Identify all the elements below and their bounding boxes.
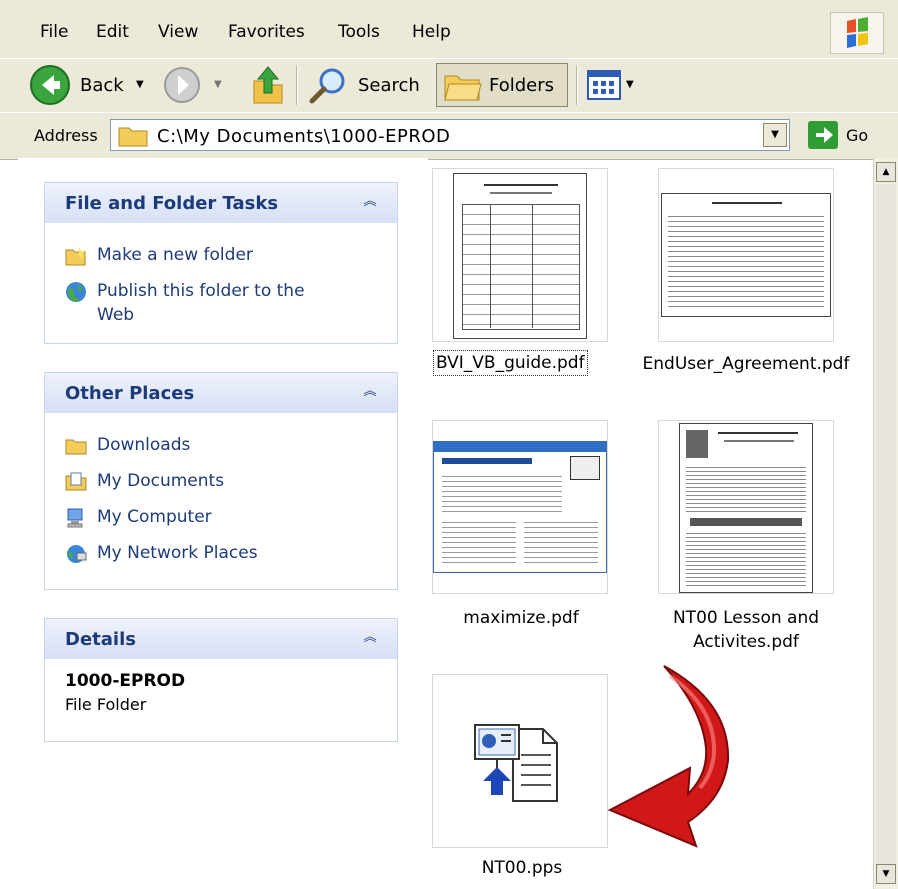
menu-view[interactable]: View [158, 22, 198, 42]
toolbar-separator [296, 65, 298, 105]
file-folder-tasks-panel: File and Folder Tasks ︽ Make a new folde… [44, 182, 398, 344]
panel-title: Details [65, 629, 136, 650]
task-label: Make a new folder [97, 245, 253, 265]
folders-button[interactable]: Folders [436, 63, 568, 107]
toolbar-separator [576, 65, 578, 105]
file-name-label[interactable]: BVI_VB_guide.pdf [433, 350, 588, 376]
file-thumbnail[interactable] [658, 420, 834, 594]
pdf-preview [679, 423, 813, 593]
menu-favorites[interactable]: Favorites [228, 22, 305, 42]
file-name-label[interactable]: NT00 Lesson and Activites.pdf [646, 606, 846, 654]
collapse-chevron-icon[interactable]: ︽ [359, 627, 381, 649]
forward-arrow-icon [164, 67, 200, 103]
red-arrow-annotation [607, 665, 730, 848]
menu-bar: File Edit View Favorites Tools Help [0, 0, 898, 66]
views-icon [587, 70, 621, 100]
pdf-preview [453, 173, 587, 339]
panel-header[interactable]: Other Places ︽ [45, 373, 397, 413]
folder-icon [118, 127, 148, 147]
place-label: My Network Places [97, 543, 258, 563]
file-thumbnail[interactable] [432, 168, 608, 342]
pdf-preview [433, 441, 607, 573]
file-thumbnail[interactable] [432, 420, 608, 594]
panel-header[interactable]: Details ︽ [45, 619, 397, 659]
menu-tools[interactable]: Tools [338, 22, 380, 42]
place-label: My Computer [97, 507, 212, 527]
collapse-chevron-icon[interactable]: ︽ [359, 381, 381, 403]
menu-file[interactable]: File [40, 22, 68, 42]
powerpoint-show-icon [474, 724, 558, 802]
file-name-label[interactable]: NT00.pps [462, 856, 582, 880]
views-button[interactable]: ▼ [586, 67, 646, 105]
documents-icon [65, 472, 87, 491]
details-folder-type: File Folder [65, 695, 147, 714]
vertical-scrollbar[interactable]: ▲ ▼ [873, 158, 898, 889]
file-name-label[interactable]: EndUser_Agreement.pdf [634, 352, 858, 376]
folders-label: Folders [489, 75, 555, 96]
folders-icon [444, 75, 482, 101]
details-folder-name: 1000-EPROD [65, 671, 186, 691]
computer-icon [67, 508, 83, 528]
go-button[interactable] [808, 121, 838, 149]
scroll-up-arrow-icon[interactable]: ▲ [876, 162, 896, 182]
other-places-panel: Other Places ︽ Downloads My Documents My… [44, 372, 398, 590]
panel-title: File and Folder Tasks [65, 193, 279, 214]
go-arrow-icon [816, 127, 833, 143]
task-pane: File and Folder Tasks ︽ Make a new folde… [18, 158, 428, 889]
panel-header[interactable]: File and Folder Tasks ︽ [45, 183, 397, 223]
network-icon [67, 545, 87, 563]
standard-toolbar: Back ▼ ▼ Search Folders ▼ [0, 58, 898, 113]
task-label: Publish this folder to the Web [97, 281, 305, 325]
file-name-label[interactable]: maximize.pdf [456, 606, 586, 630]
views-dropdown-icon: ▼ [626, 79, 634, 90]
details-panel: Details ︽ 1000-EPROD File Folder [44, 618, 398, 742]
back-label: Back [80, 75, 124, 96]
back-arrow-icon [30, 65, 70, 105]
place-label: My Documents [97, 471, 225, 491]
folder-new-icon [65, 247, 86, 266]
menu-edit[interactable]: Edit [96, 22, 129, 42]
panel-title: Other Places [65, 383, 195, 404]
scroll-track[interactable] [876, 184, 896, 864]
address-value: C:\My Documents\1000-EPROD [157, 126, 451, 147]
windows-logo-icon [830, 12, 884, 54]
address-label: Address [34, 126, 98, 145]
up-folder-icon[interactable] [248, 63, 288, 107]
address-input[interactable]: C:\My Documents\1000-EPROD ▼ [110, 119, 790, 151]
back-button[interactable]: Back ▼ [28, 63, 158, 107]
menu-help[interactable]: Help [412, 22, 451, 42]
place-label: Downloads [97, 435, 191, 455]
scroll-down-arrow-icon[interactable]: ▼ [876, 864, 896, 884]
forward-button[interactable]: ▼ [162, 65, 232, 105]
search-label: Search [358, 75, 420, 96]
collapse-chevron-icon[interactable]: ︽ [359, 191, 381, 213]
address-bar: Address C:\My Documents\1000-EPROD ▼ Go [0, 112, 898, 160]
file-thumbnail[interactable] [658, 168, 834, 342]
file-thumbnail[interactable] [432, 674, 608, 848]
forward-dropdown-icon[interactable]: ▼ [214, 79, 222, 90]
search-button[interactable]: Search [306, 63, 426, 107]
globe-icon [66, 282, 86, 302]
address-dropdown-icon[interactable]: ▼ [763, 123, 787, 147]
back-dropdown-icon[interactable]: ▼ [136, 79, 144, 90]
folder-icon [65, 439, 87, 455]
search-icon [309, 68, 345, 104]
go-label[interactable]: Go [846, 126, 868, 145]
pdf-preview [661, 193, 831, 317]
